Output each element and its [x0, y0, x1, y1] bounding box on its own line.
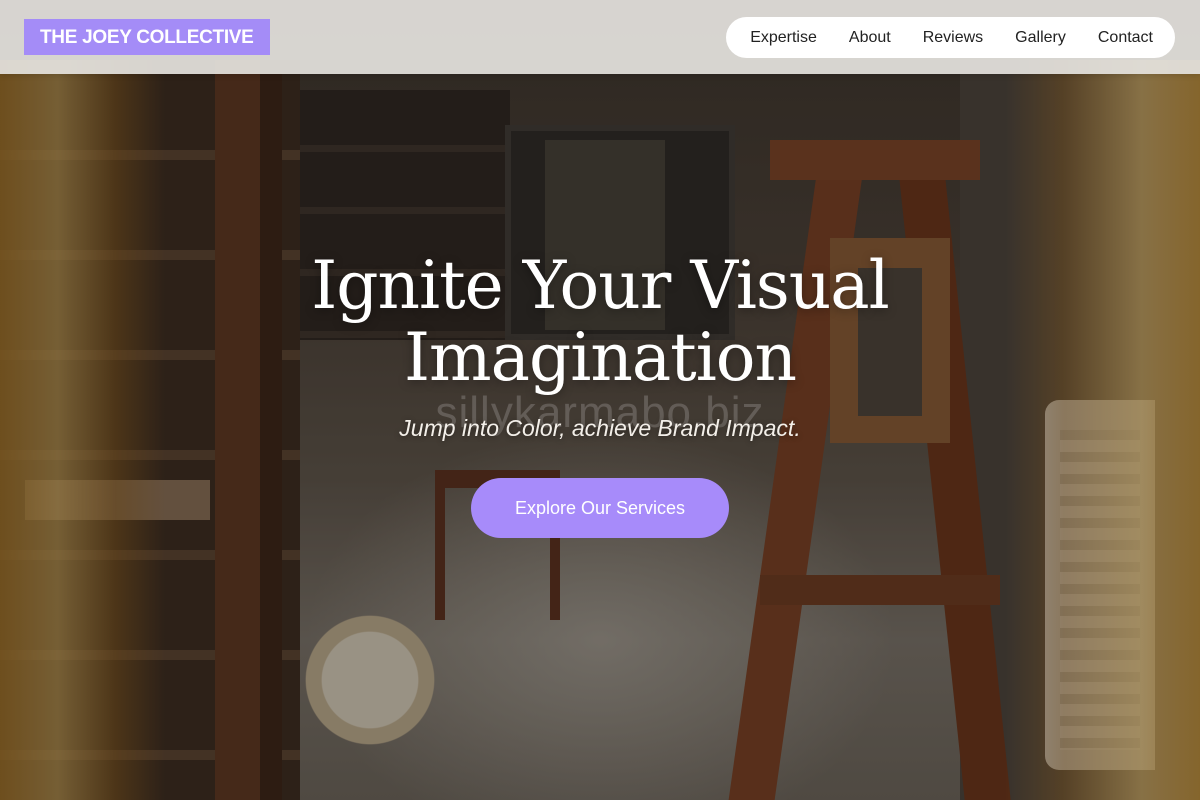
nav-item-contact[interactable]: Contact — [1082, 17, 1153, 58]
hero-headline: Ignite Your Visual Imagination — [0, 250, 1200, 394]
site-header: THE JOEY COLLECTIVE Expertise About Revi… — [0, 0, 1200, 74]
brand-logo[interactable]: THE JOEY COLLECTIVE — [24, 19, 270, 55]
hero-headline-line2: Imagination — [403, 319, 797, 396]
hero-subheadline: Jump into Color, achieve Brand Impact. — [399, 415, 801, 441]
nav-item-reviews[interactable]: Reviews — [907, 17, 999, 58]
main-nav: Expertise About Reviews Gallery Contact — [726, 16, 1175, 58]
nav-item-gallery[interactable]: Gallery — [999, 17, 1082, 58]
hero-section: Ignite Your Visual Imagination Jump into… — [0, 250, 1200, 538]
nav-item-expertise[interactable]: Expertise — [750, 17, 833, 58]
nav-item-about[interactable]: About — [833, 17, 907, 58]
explore-services-button[interactable]: Explore Our Services — [471, 478, 729, 538]
hero-headline-line1: Ignite Your Visual — [311, 247, 890, 324]
